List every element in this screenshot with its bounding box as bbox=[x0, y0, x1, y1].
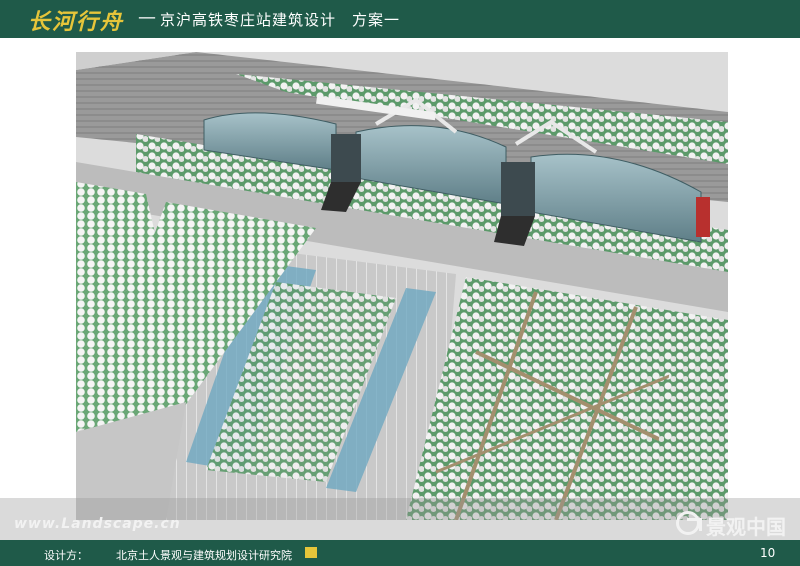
watermark-url: www.Landscape.cn bbox=[14, 516, 181, 532]
landscape-china-logo-icon bbox=[676, 511, 702, 535]
brand-logo-text: 长河行舟 bbox=[28, 9, 125, 35]
institute-badge-icon bbox=[305, 547, 317, 558]
footer-bar: 设计方： 北京土人景观与建筑规划设计研究院 10 bbox=[0, 540, 800, 566]
scheme-label: 方案一 bbox=[352, 11, 401, 29]
project-title: 京沪高铁枣庄站建筑设计 bbox=[160, 11, 337, 29]
page-title: 京沪高铁枣庄站建筑设计 方案一 bbox=[160, 9, 400, 30]
designer-label: 设计方： bbox=[44, 549, 88, 562]
page-number: 10 bbox=[760, 546, 776, 560]
header-bar: 长河行舟 — 京沪高铁枣庄站建筑设计 方案一 bbox=[0, 0, 800, 38]
station-aerial-rendering bbox=[76, 52, 728, 520]
watermark-logo-text: 景观中国 bbox=[706, 515, 786, 539]
rendering-illustration bbox=[76, 52, 728, 520]
designer-organization: 北京土人景观与建筑规划设计研究院 bbox=[116, 549, 292, 562]
title-separator: — bbox=[138, 7, 156, 28]
